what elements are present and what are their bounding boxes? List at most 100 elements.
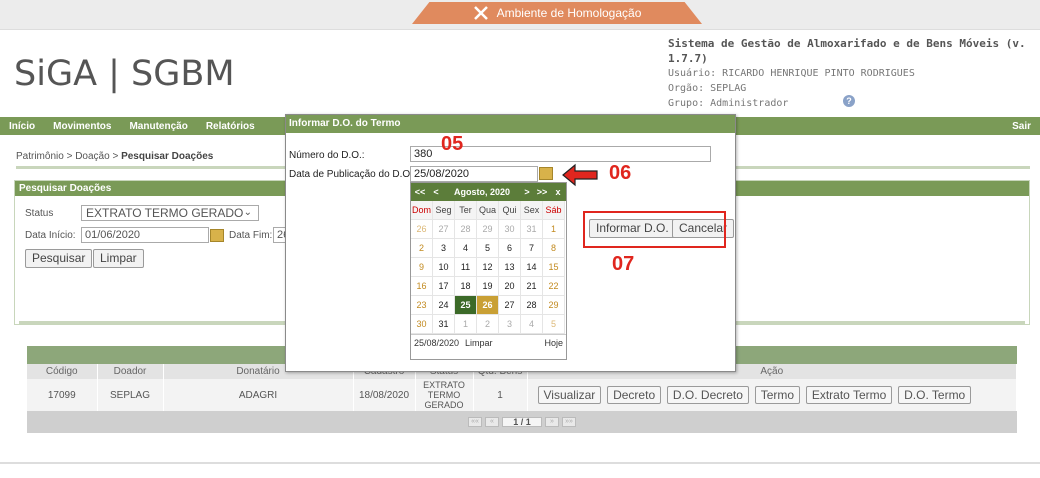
start-date-input[interactable]: 01/06/2020 <box>81 227 209 243</box>
calendar-day[interactable]: 2 <box>477 315 499 334</box>
calendar-day[interactable]: 1 <box>543 220 565 239</box>
termo-button[interactable]: Termo <box>754 386 801 404</box>
help-icon[interactable]: ? <box>843 95 855 107</box>
calendar-day[interactable]: 29 <box>477 220 499 239</box>
calendar-day[interactable]: 5 <box>543 315 565 334</box>
search-button[interactable]: Pesquisar <box>25 249 93 268</box>
calendar-day[interactable]: 9 <box>411 258 433 277</box>
weekday-header: Sex <box>521 201 543 220</box>
calendar-today-button[interactable]: Hoje <box>544 338 563 348</box>
calendar-day[interactable]: 10 <box>433 258 455 277</box>
status-line: EXTRATO <box>423 380 465 390</box>
pager-prev[interactable]: « <box>485 417 499 427</box>
calendar-day[interactable]: 22 <box>543 277 565 296</box>
calendar-day[interactable]: 16 <box>411 277 433 296</box>
chevron-down-icon: ⌄ <box>243 207 252 218</box>
calendar-icon[interactable] <box>210 229 224 242</box>
breadcrumb-current: Pesquisar Doações <box>121 151 214 162</box>
calendar-day-selected[interactable]: 25 <box>455 296 477 315</box>
end-date-label: Data Fim: <box>229 230 273 241</box>
weekday-header: Qua <box>477 201 499 220</box>
calendar-day[interactable]: 12 <box>477 258 499 277</box>
environment-tab: Ambiente de Homologação <box>412 2 702 24</box>
calendar-day[interactable]: 14 <box>521 258 543 277</box>
calendar-day[interactable]: 18 <box>455 277 477 296</box>
calendar-day[interactable]: 24 <box>433 296 455 315</box>
calendar-day[interactable]: 20 <box>499 277 521 296</box>
table-row: 17099 SEPLAG ADAGRI 18/08/2020 EXTRATO T… <box>27 379 1017 411</box>
calendar-day[interactable]: 29 <box>543 296 565 315</box>
calendar-clear-button[interactable]: Limpar <box>465 338 493 348</box>
menu-item-relatorios[interactable]: Relatórios <box>197 121 264 132</box>
weekday-header: Ter <box>455 201 477 220</box>
calendar-day[interactable]: 11 <box>455 258 477 277</box>
extrato-termo-button[interactable]: Extrato Termo <box>805 386 893 404</box>
calendar-day[interactable]: 31 <box>433 315 455 334</box>
menu-item-movimentos[interactable]: Movimentos <box>44 121 120 132</box>
next-year-button[interactable]: >> <box>533 187 551 197</box>
start-date-label: Data Início: <box>25 230 76 241</box>
calendar-day[interactable]: 17 <box>433 277 455 296</box>
weekday-header: Qui <box>499 201 521 220</box>
calendar-day[interactable]: 30 <box>411 315 433 334</box>
calendar-day[interactable]: 3 <box>499 315 521 334</box>
calendar-day[interactable]: 30 <box>499 220 521 239</box>
calendar-day[interactable]: 28 <box>455 220 477 239</box>
prev-year-button[interactable]: << <box>411 187 429 197</box>
menu-item-inicio[interactable]: Início <box>0 121 44 132</box>
cell-qtd: 1 <box>473 379 528 411</box>
status-select[interactable]: EXTRATO TERMO GERADO ⌄ <box>81 205 259 221</box>
calendar-day[interactable]: 5 <box>477 239 499 258</box>
calendar-day[interactable]: 7 <box>521 239 543 258</box>
calendar-month-label: Agosto, 2020 <box>453 187 511 197</box>
clear-button[interactable]: Limpar <box>93 249 144 268</box>
calendar-day-today[interactable]: 26 <box>477 296 499 315</box>
logout-link[interactable]: Sair <box>1012 121 1031 132</box>
calendar-day[interactable]: 19 <box>477 277 499 296</box>
org-info: Orgão: SEPLAG <box>668 83 747 94</box>
user-info: Usuário: RICARDO HENRIQUE PINTO RODRIGUE… <box>668 68 915 79</box>
calendar-day[interactable]: 1 <box>455 315 477 334</box>
data-publicacao-input[interactable]: 25/08/2020 <box>410 166 538 182</box>
calendar-icon[interactable] <box>539 167 553 180</box>
calendar-day[interactable]: 13 <box>499 258 521 277</box>
calendar-day[interactable]: 4 <box>521 315 543 334</box>
calendar-day[interactable]: 6 <box>499 239 521 258</box>
visualizar-button[interactable]: Visualizar <box>537 386 602 404</box>
pager-last[interactable]: »» <box>562 417 576 427</box>
calendar-day[interactable]: 2 <box>411 239 433 258</box>
calendar-day[interactable]: 27 <box>499 296 521 315</box>
cell-doador: SEPLAG <box>97 379 164 411</box>
calendar-day[interactable]: 23 <box>411 296 433 315</box>
weekday-header: Dom <box>411 201 433 220</box>
annotation-06: 06 <box>609 162 632 184</box>
menu-item-manutencao[interactable]: Manutenção <box>120 121 196 132</box>
calendar-footer: 25/08/2020 Limpar Hoje <box>411 334 566 351</box>
do-termo-button[interactable]: D.O. Termo <box>898 386 972 404</box>
col-doador: Doador <box>97 364 164 379</box>
breadcrumb-path[interactable]: Patrimônio > Doação > <box>16 151 121 162</box>
calendar-day[interactable]: 3 <box>433 239 455 258</box>
calendar-day[interactable]: 27 <box>433 220 455 239</box>
calendar-day[interactable]: 31 <box>521 220 543 239</box>
do-decreto-button[interactable]: D.O. Decreto <box>666 386 749 404</box>
calendar-day[interactable]: 8 <box>543 239 565 258</box>
calendar-day[interactable]: 21 <box>521 277 543 296</box>
decreto-button[interactable]: Decreto <box>607 386 662 404</box>
environment-label: Ambiente de Homologação <box>496 6 642 20</box>
next-month-button[interactable]: > <box>521 187 533 197</box>
annotation-07: 07 <box>612 253 635 275</box>
date-picker: << < Agosto, 2020 > >> x Dom Seg Ter Qua… <box>410 182 567 360</box>
numero-do-label: Número do D.O.: <box>289 150 365 161</box>
cell-donatario: ADAGRI <box>163 379 354 411</box>
calendar-day[interactable]: 15 <box>543 258 565 277</box>
pager-first[interactable]: «« <box>468 417 482 427</box>
status-label: Status <box>25 208 54 219</box>
calendar-close-button[interactable]: x <box>551 187 565 197</box>
pager-next[interactable]: » <box>545 417 559 427</box>
calendar-day[interactable]: 4 <box>455 239 477 258</box>
prev-month-button[interactable]: < <box>429 187 443 197</box>
calendar-day[interactable]: 26 <box>411 220 433 239</box>
calendar-nav: << < Agosto, 2020 > >> x <box>411 183 566 201</box>
calendar-day[interactable]: 28 <box>521 296 543 315</box>
